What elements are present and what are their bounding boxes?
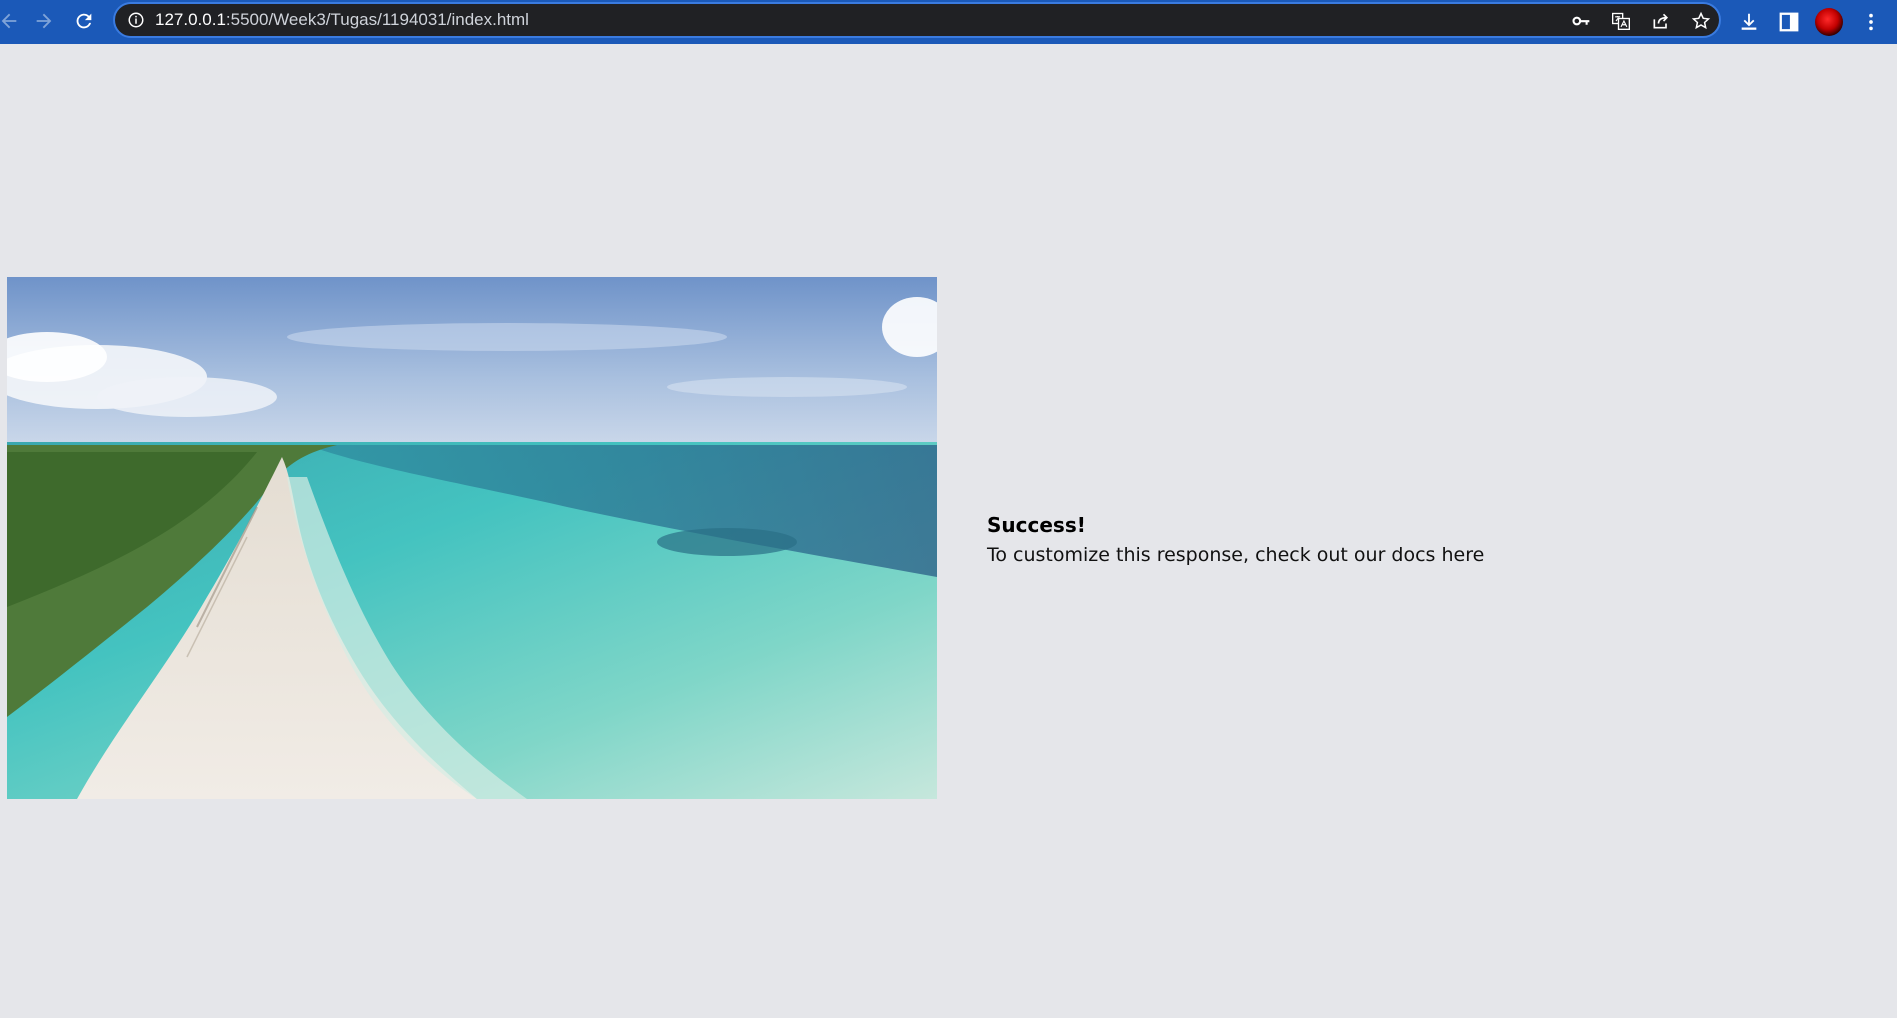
back-button[interactable] xyxy=(0,4,26,38)
forward-button[interactable] xyxy=(27,4,61,38)
beach-image xyxy=(7,277,937,799)
bookmark-button[interactable] xyxy=(1689,9,1713,33)
url-text[interactable]: 127.0.0.1:5500/Week3/Tugas/1194031/index… xyxy=(155,4,529,36)
key-icon xyxy=(1572,16,1590,26)
response-text: To customize this response, check out ou… xyxy=(987,544,1485,566)
translate-button[interactable] xyxy=(1609,9,1633,33)
response-title: Success! xyxy=(987,513,1086,537)
side-panel-button[interactable] xyxy=(1774,7,1804,37)
url-path: :5500/Week3/Tugas/1194031/index.html xyxy=(225,10,529,29)
back-icon xyxy=(1,13,17,29)
address-bar[interactable]: 127.0.0.1:5500/Week3/Tugas/1194031/index… xyxy=(113,2,1721,38)
forward-icon xyxy=(36,13,52,29)
browser-toolbar: 127.0.0.1:5500/Week3/Tugas/1194031/index… xyxy=(0,0,1897,44)
chrome-menu-button[interactable] xyxy=(1856,7,1886,37)
profile-avatar[interactable] xyxy=(1815,8,1843,36)
translate-icon xyxy=(1612,12,1630,30)
site-info-icon[interactable] xyxy=(127,11,145,29)
reload-icon xyxy=(76,13,92,29)
download-icon xyxy=(1741,13,1757,30)
downloads-button[interactable] xyxy=(1734,7,1764,37)
reload-button[interactable] xyxy=(67,4,101,38)
menu-icon xyxy=(1869,13,1873,31)
response-message: Success! To customize this response, che… xyxy=(987,512,1484,569)
side-panel-icon xyxy=(1779,12,1799,32)
share-icon xyxy=(1653,13,1669,29)
star-icon xyxy=(1691,11,1711,30)
url-host: 127.0.0.1 xyxy=(155,10,226,29)
share-button[interactable] xyxy=(1649,9,1673,33)
password-key-button[interactable] xyxy=(1569,9,1593,33)
